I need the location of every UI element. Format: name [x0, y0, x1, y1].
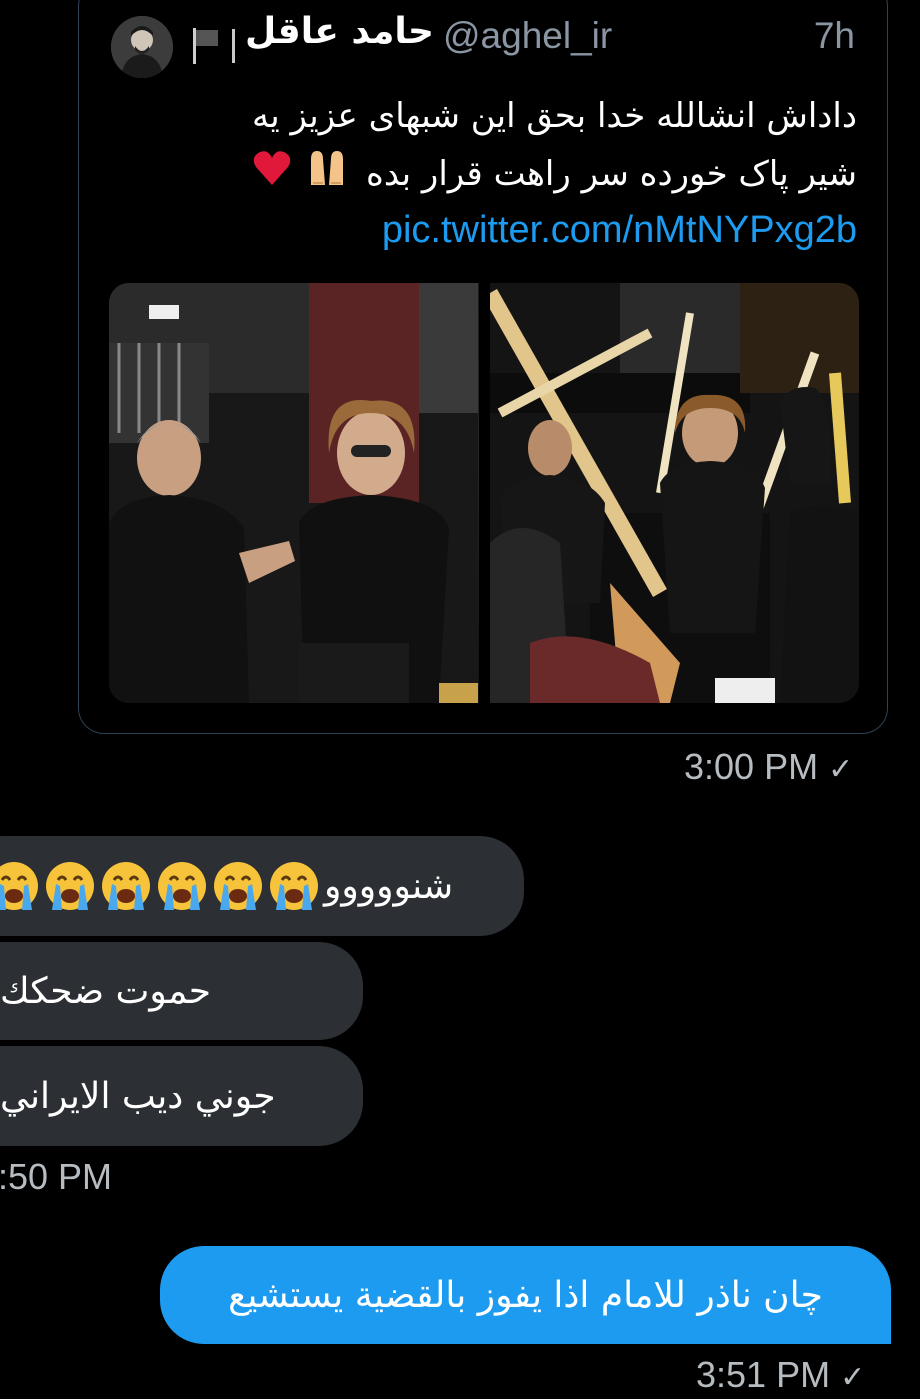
checkmark-icon: ✓ — [840, 1361, 866, 1394]
crying-face-icon — [268, 860, 320, 912]
received-message-1[interactable]: شنووووو — [0, 836, 524, 936]
praying-hands-icon — [305, 147, 349, 205]
shared-tweet-card[interactable]: حامد عاقل @aghel_ir 7h داداش انشالله خدا… — [78, 0, 888, 734]
tweet-media-link[interactable]: pic.twitter.com/nMtNYPxg2b — [382, 209, 857, 252]
tweet-photo-right[interactable] — [489, 283, 859, 703]
received-message-2-text: حموت ضحكك — [0, 970, 212, 1012]
author-avatar[interactable] — [111, 16, 173, 78]
tweet-text-line-2: شیر پاک خورده سر راهت قرار بده — [137, 145, 857, 205]
author-name[interactable]: حامد عاقل — [245, 11, 434, 61]
received-message-3-text: جوني ديب الايراني — [0, 1075, 276, 1117]
tweet-timestamp: 7h — [813, 15, 855, 56]
received-message-2[interactable]: حموت ضحكك — [0, 942, 363, 1040]
sent-message-time: 3:51 PM ✓ — [696, 1354, 865, 1396]
shared-tweet-sent-time: 3:00 PM ✓ — [684, 746, 853, 788]
checkmark-icon: ✓ — [828, 753, 854, 786]
crying-emoji-row — [0, 860, 320, 912]
crying-face-icon — [44, 860, 96, 912]
received-messages-time: :50 PM — [0, 1156, 113, 1197]
crying-face-icon — [100, 860, 152, 912]
tweet-text-line-1: داداش انشالله خدا بحق این شبهای عزیز یه — [252, 96, 857, 136]
red-heart-icon — [252, 147, 292, 205]
tweet-text: داداش انشالله خدا بحق این شبهای عزیز یه … — [137, 87, 857, 205]
sent-message-time-text: 3:51 PM — [696, 1354, 831, 1395]
received-message-1-text: شنووووو — [324, 865, 454, 907]
tweet-text-line-2-words: شیر پاک خورده سر راهت قرار بده — [366, 154, 857, 194]
crying-face-icon — [0, 860, 40, 912]
author-handle[interactable]: @aghel_ir — [443, 15, 612, 57]
shared-tweet-time-text: 3:00 PM — [684, 746, 819, 787]
sent-message-1-text: چان ناذر للامام اذا يفوز بالقضية يستشيع — [228, 1274, 823, 1316]
crying-face-icon — [156, 860, 208, 912]
crying-face-icon — [212, 860, 264, 912]
name-separator — [232, 29, 235, 63]
dm-conversation: حامد عاقل @aghel_ir 7h داداش انشالله خدا… — [0, 0, 920, 1399]
black-flag-icon — [191, 26, 221, 66]
tweet-media-grid[interactable] — [109, 283, 859, 703]
tweet-photo-left[interactable] — [109, 283, 479, 703]
received-message-3[interactable]: جوني ديب الايراني — [0, 1046, 363, 1146]
sent-message-1[interactable]: چان ناذر للامام اذا يفوز بالقضية يستشيع — [160, 1246, 891, 1344]
